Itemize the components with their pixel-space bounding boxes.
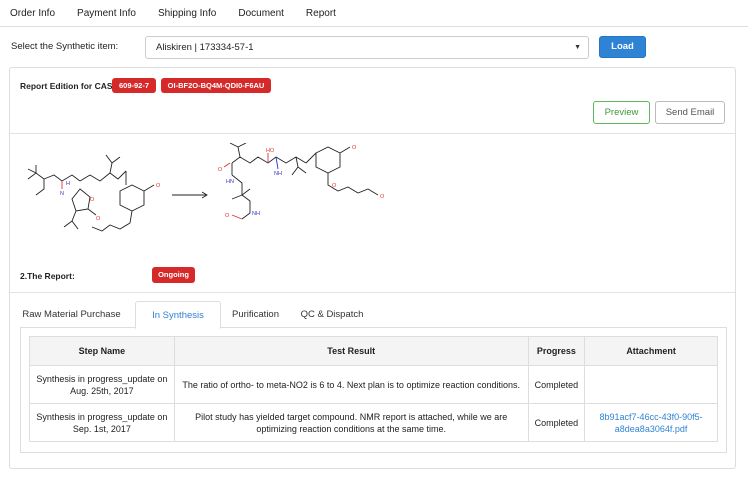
step-name-cell: Synthesis in progress_update on Sep. 1st… <box>29 403 175 442</box>
divider <box>10 292 735 293</box>
report-panel: Report Edition for CAS: 609-92-7 OI-BF2O… <box>9 67 736 469</box>
progress-cell: Completed <box>527 365 586 404</box>
svg-text:H: H <box>66 181 70 187</box>
column-header: Attachment <box>584 336 718 366</box>
caret-down-icon: ▼ <box>574 44 581 51</box>
reaction-scheme-image: H N O O O HO NH O HN O NH O O O <box>27 143 385 232</box>
tab-raw-material-purchase[interactable]: Raw Material Purchase <box>20 301 123 328</box>
nav-shipping-info[interactable]: Shipping Info <box>147 0 227 27</box>
svg-text:O: O <box>332 183 337 189</box>
svg-text:N: N <box>60 191 64 197</box>
tab-purification[interactable]: Purification <box>221 301 290 328</box>
svg-text:NH: NH <box>274 171 282 177</box>
step-name-cell: Synthesis in progress_update on Aug. 25t… <box>29 365 175 404</box>
svg-text:O: O <box>225 213 230 219</box>
report-section-label: 2.The Report: <box>20 271 75 281</box>
preview-button[interactable]: Preview <box>593 101 650 124</box>
attachment-cell: 8b91acf7-46cc-43f0-90f5-a8dea8a3064f.pdf <box>584 403 718 442</box>
svg-text:HN: HN <box>226 179 234 185</box>
table-row: Synthesis in progress_update on Aug. 25t… <box>29 365 718 404</box>
table-row: Synthesis in progress_update on Sep. 1st… <box>29 403 718 442</box>
report-edition-label: Report Edition for CAS: <box>20 81 116 91</box>
synthetic-item-value: Aliskiren | 173334-57-1 <box>156 42 254 53</box>
attachment-cell <box>584 365 718 404</box>
svg-text:O: O <box>156 183 161 189</box>
attachment-link[interactable]: 8b91acf7-46cc-43f0-90f5-a8dea8a3064f.pdf <box>600 412 703 434</box>
svg-text:O: O <box>90 197 95 203</box>
test-result-cell: The ratio of ortho- to meta-NO2 is 6 to … <box>173 365 529 404</box>
column-header: Progress <box>527 336 586 366</box>
send-email-button[interactable]: Send Email <box>655 101 725 124</box>
column-header: Step Name <box>29 336 175 366</box>
nav-payment-info[interactable]: Payment Info <box>66 0 147 27</box>
synthetic-item-label: Select the Synthetic item: <box>11 41 119 52</box>
divider <box>10 133 735 134</box>
status-badge: Ongoing <box>152 267 195 283</box>
svg-text:NH: NH <box>252 211 260 217</box>
progress-cell: Completed <box>527 403 586 442</box>
synthesis-table: Step Name Test Result Progress Attachmen… <box>29 336 718 442</box>
nav-report[interactable]: Report <box>295 0 347 27</box>
top-nav: Order Info Payment Info Shipping Info Do… <box>0 0 748 27</box>
load-button[interactable]: Load <box>599 36 646 58</box>
svg-text:O: O <box>96 216 101 222</box>
progress-tabs: Raw Material Purchase In Synthesis Purif… <box>20 301 727 329</box>
nav-document[interactable]: Document <box>227 0 295 27</box>
tab-qc-dispatch[interactable]: QC & Dispatch <box>290 301 374 328</box>
synthetic-item-row: Select the Synthetic item: Aliskiren | 1… <box>0 33 748 61</box>
cas-badge: 609-92-7 <box>112 78 156 93</box>
report-code-badge: OI-BF2O-BQ4M-QDI0-F6AU <box>161 78 271 93</box>
test-result-cell: Pilot study has yielded target compound.… <box>173 403 529 442</box>
svg-text:O: O <box>352 145 357 151</box>
svg-text:O: O <box>218 167 223 173</box>
tab-content: Step Name Test Result Progress Attachmen… <box>20 328 727 453</box>
tab-in-synthesis[interactable]: In Synthesis <box>135 301 221 329</box>
synthetic-item-select[interactable]: Aliskiren | 173334-57-1 ▼ <box>145 36 589 59</box>
svg-text:O: O <box>380 194 385 200</box>
svg-text:HO: HO <box>266 148 275 154</box>
column-header: Test Result <box>173 336 529 366</box>
nav-order-info[interactable]: Order Info <box>0 0 66 27</box>
table-header-row: Step Name Test Result Progress Attachmen… <box>29 336 718 366</box>
